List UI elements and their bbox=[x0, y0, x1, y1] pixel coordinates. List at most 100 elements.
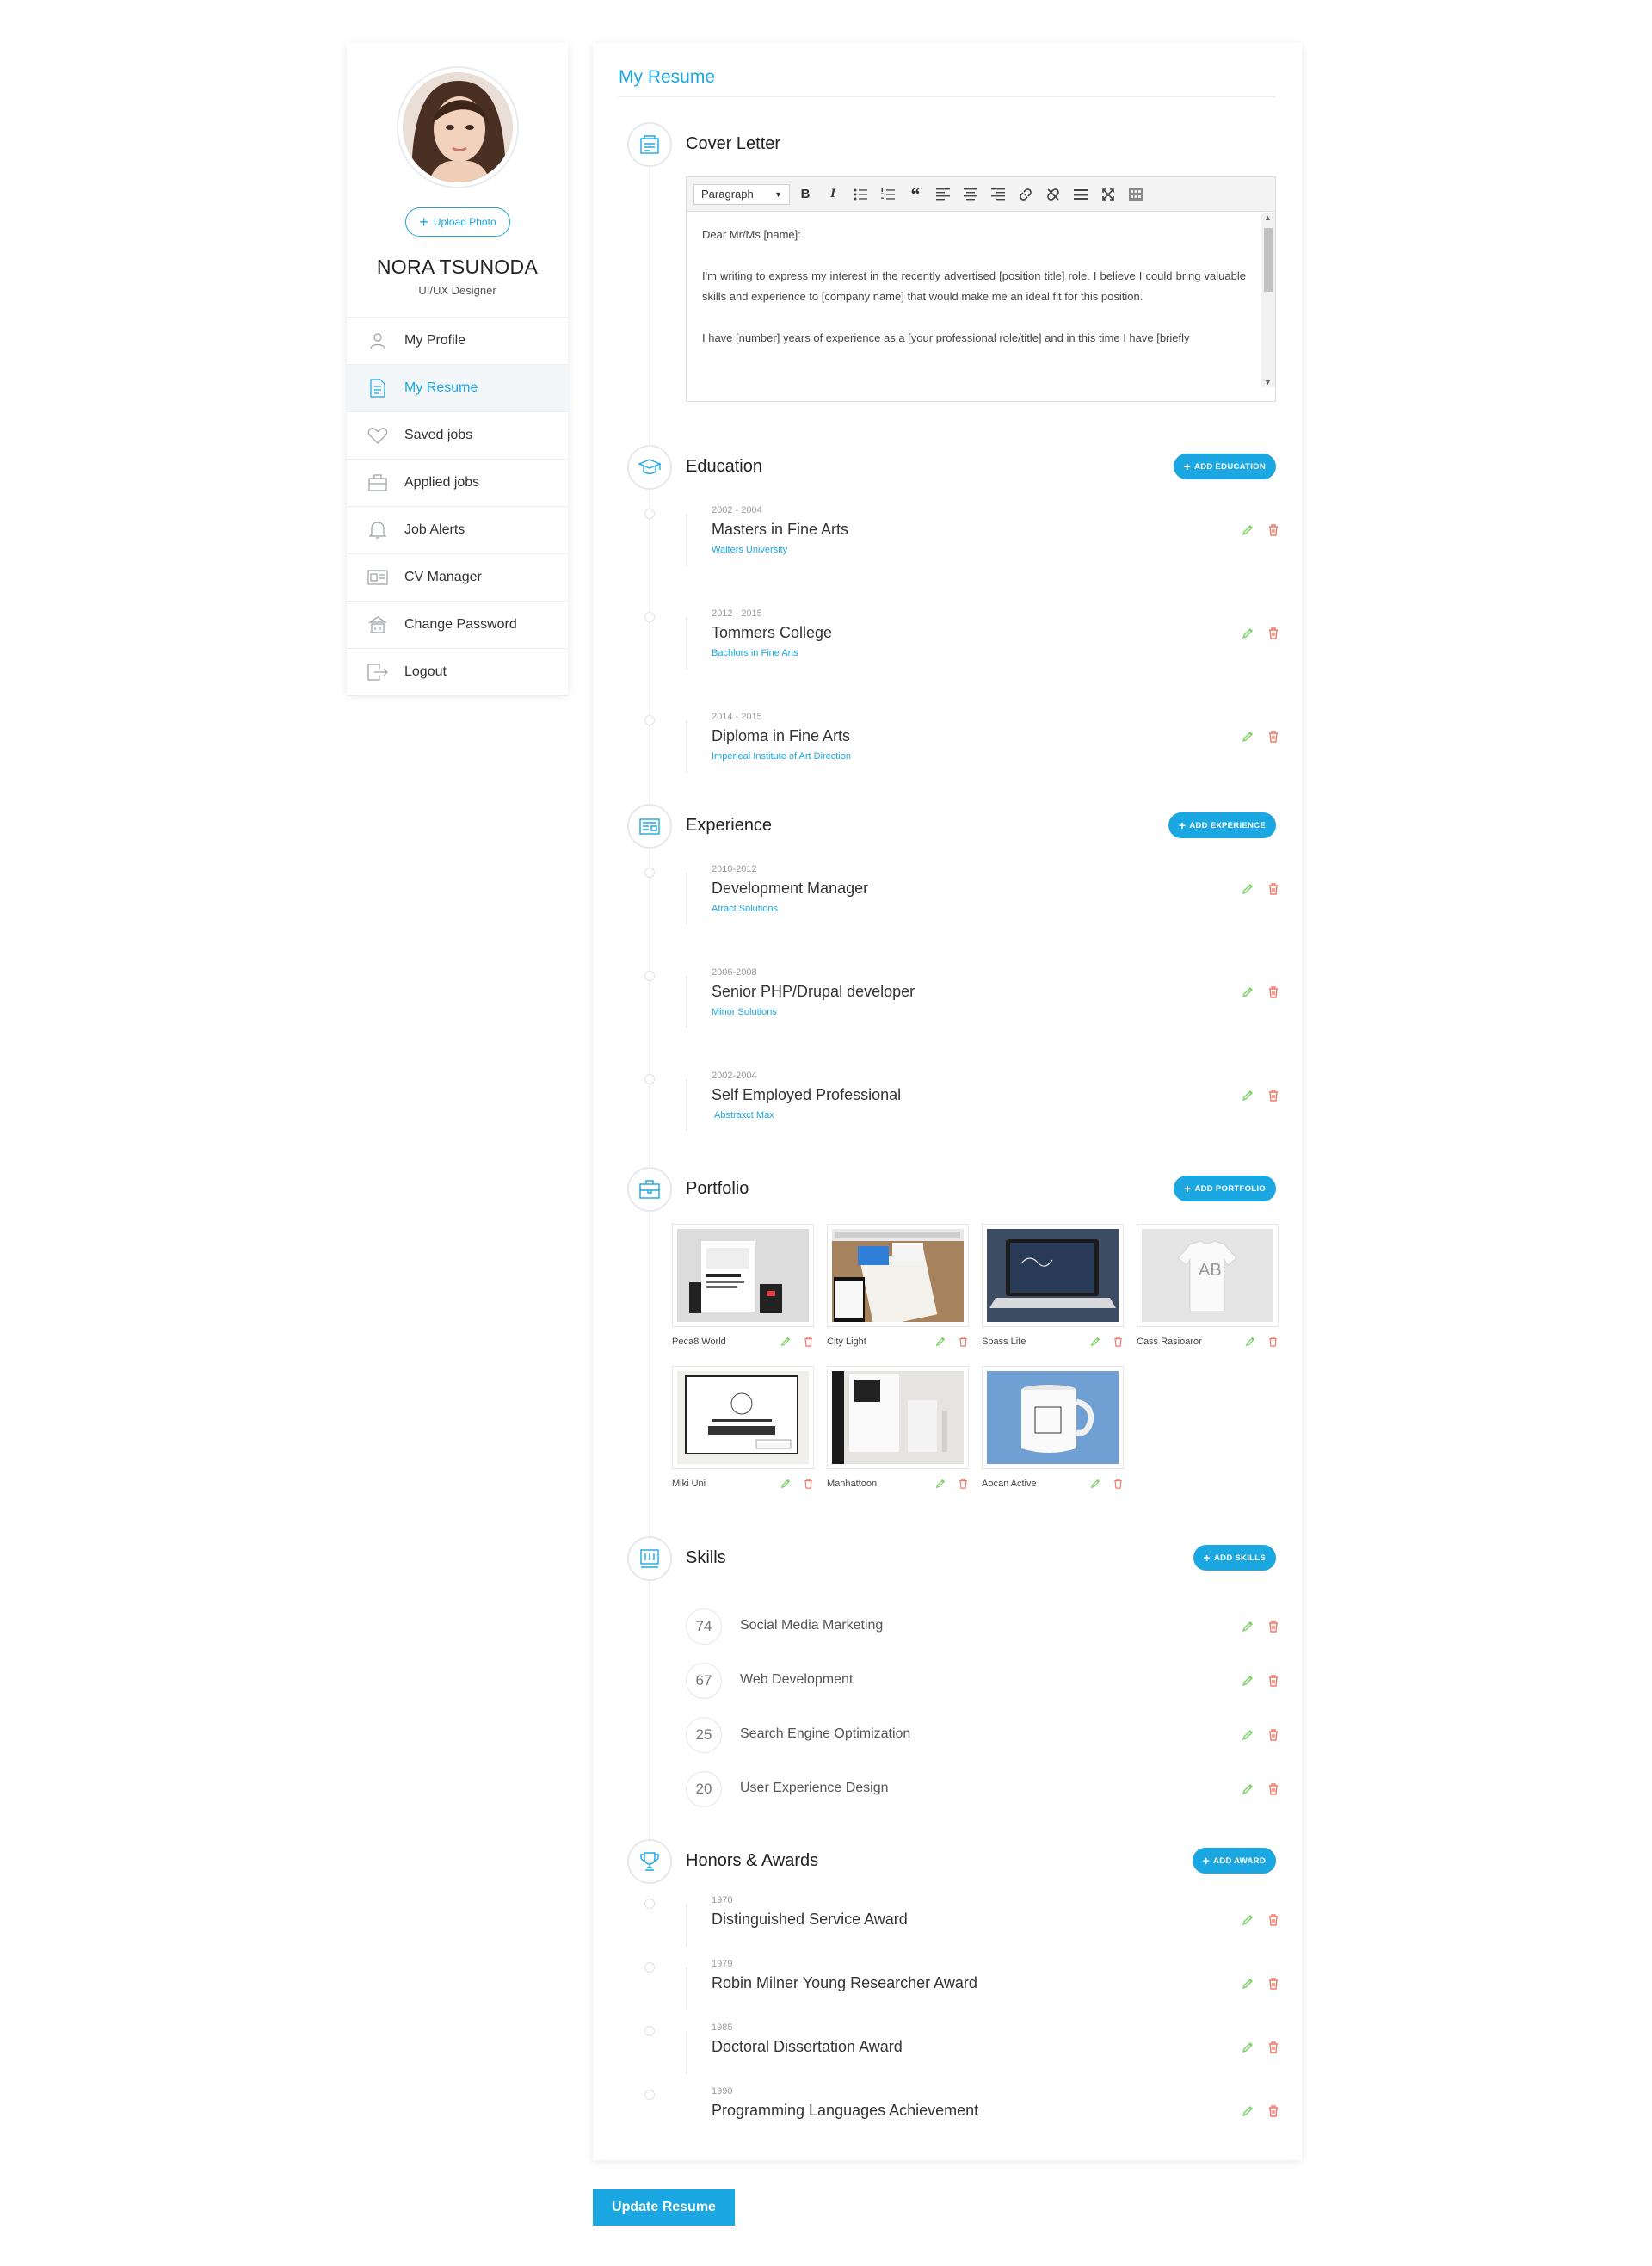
delete-icon[interactable] bbox=[1267, 1729, 1279, 1741]
edit-icon[interactable] bbox=[1242, 1621, 1254, 1633]
portfolio-thumbnail[interactable] bbox=[982, 1366, 1124, 1469]
delete-icon[interactable] bbox=[1112, 1478, 1124, 1490]
align-center-icon[interactable] bbox=[959, 183, 983, 206]
delete-icon[interactable] bbox=[1267, 524, 1279, 536]
blockquote-icon[interactable]: “ bbox=[903, 183, 928, 206]
edit-icon[interactable] bbox=[1242, 1729, 1254, 1741]
delete-icon[interactable] bbox=[957, 1336, 969, 1348]
link-icon[interactable] bbox=[1014, 183, 1038, 206]
plus-icon: + bbox=[1202, 1854, 1211, 1868]
scroll-down-icon[interactable]: ▼ bbox=[1264, 378, 1272, 386]
delete-icon[interactable] bbox=[957, 1478, 969, 1490]
delete-icon[interactable] bbox=[1267, 1675, 1279, 1687]
sidebar-item-my-profile[interactable]: My Profile bbox=[347, 318, 568, 365]
add-education-label: ADD EDUCATION bbox=[1194, 461, 1266, 472]
edit-icon[interactable] bbox=[780, 1478, 792, 1490]
section-connector bbox=[649, 165, 650, 492]
delete-icon[interactable] bbox=[1267, 627, 1279, 639]
portfolio-thumbnail[interactable]: AB bbox=[1137, 1224, 1279, 1327]
portfolio-caption: Cass Rasioaror bbox=[1137, 1337, 1202, 1347]
add-skills-button[interactable]: + ADD SKILLS bbox=[1193, 1545, 1276, 1571]
edit-icon[interactable] bbox=[1242, 627, 1254, 639]
align-right-icon[interactable] bbox=[986, 183, 1010, 206]
add-award-label: ADD AWARD bbox=[1213, 1855, 1266, 1866]
cover-letter-editor[interactable]: Paragraph ▼ B I “ Dear Mr/Ms [name]: I'm… bbox=[686, 176, 1276, 402]
edit-icon[interactable] bbox=[1242, 524, 1254, 536]
award-title: Doctoral Dissertation Award bbox=[712, 2038, 903, 2055]
cover-letter-text[interactable]: Dear Mr/Ms [name]: I'm writing to expres… bbox=[687, 213, 1261, 387]
edit-icon[interactable] bbox=[934, 1478, 946, 1490]
portfolio-item: Manhattoon bbox=[827, 1366, 969, 1490]
align-left-icon[interactable] bbox=[931, 183, 955, 206]
upload-photo-button[interactable]: + Upload Photo bbox=[405, 207, 510, 237]
delete-icon[interactable] bbox=[1267, 986, 1279, 998]
format-select[interactable]: Paragraph ▼ bbox=[693, 183, 790, 205]
add-award-button[interactable]: + ADD AWARD bbox=[1192, 1848, 1276, 1874]
delete-icon[interactable] bbox=[1267, 1783, 1279, 1795]
portfolio-thumbnail[interactable] bbox=[672, 1224, 814, 1327]
timeline-bar bbox=[686, 617, 687, 669]
delete-icon[interactable] bbox=[1267, 1914, 1279, 1926]
delete-icon[interactable] bbox=[1112, 1336, 1124, 1348]
sidebar-item-logout[interactable]: Logout bbox=[347, 649, 568, 696]
delete-icon[interactable] bbox=[1267, 731, 1279, 743]
edit-icon[interactable] bbox=[1089, 1336, 1101, 1348]
edit-icon[interactable] bbox=[1242, 1783, 1254, 1795]
award-year: 1970 bbox=[712, 1895, 733, 1905]
bullet-list-icon[interactable] bbox=[848, 183, 872, 206]
portfolio-thumbnail[interactable] bbox=[672, 1366, 814, 1469]
edit-icon[interactable] bbox=[1244, 1336, 1256, 1348]
delete-icon[interactable] bbox=[1267, 1090, 1279, 1102]
delete-icon[interactable] bbox=[1267, 1336, 1279, 1348]
editor-scrollbar[interactable]: ▲ ▼ bbox=[1261, 213, 1275, 387]
delete-icon[interactable] bbox=[1267, 2105, 1279, 2117]
edit-icon[interactable] bbox=[934, 1336, 946, 1348]
edit-icon[interactable] bbox=[1242, 731, 1254, 743]
sidebar-item-saved-jobs[interactable]: Saved jobs bbox=[347, 412, 568, 460]
heart-icon bbox=[366, 426, 390, 445]
italic-icon[interactable]: I bbox=[821, 183, 845, 206]
edit-icon[interactable] bbox=[1089, 1478, 1101, 1490]
toolbar-toggle-icon[interactable] bbox=[1124, 183, 1148, 206]
update-resume-button[interactable]: Update Resume bbox=[593, 2189, 735, 2226]
edit-icon[interactable] bbox=[1242, 883, 1254, 895]
scroll-up-icon[interactable]: ▲ bbox=[1264, 213, 1272, 222]
item-actions bbox=[1242, 1090, 1279, 1102]
sidebar-item-change-password[interactable]: Change Password bbox=[347, 602, 568, 649]
unlink-icon[interactable] bbox=[1041, 183, 1065, 206]
add-education-button[interactable]: + ADD EDUCATION bbox=[1173, 454, 1276, 479]
edit-icon[interactable] bbox=[1242, 1090, 1254, 1102]
delete-icon[interactable] bbox=[1267, 1978, 1279, 1990]
sidebar-item-cv-manager[interactable]: CV Manager bbox=[347, 554, 568, 602]
portfolio-caption: City Light bbox=[827, 1337, 866, 1347]
portfolio-thumbnail[interactable] bbox=[827, 1224, 969, 1327]
edit-icon[interactable] bbox=[1242, 986, 1254, 998]
skill-name: Web Development bbox=[740, 1672, 854, 1687]
sidebar-item-job-alerts[interactable]: Job Alerts bbox=[347, 507, 568, 554]
delete-icon[interactable] bbox=[1267, 883, 1279, 895]
fullscreen-icon[interactable] bbox=[1096, 183, 1120, 206]
portfolio-item: Peca8 World bbox=[672, 1224, 814, 1348]
bold-icon[interactable]: B bbox=[793, 183, 817, 206]
sidebar-item-my-resume[interactable]: My Resume bbox=[347, 365, 568, 412]
horizontal-rule-icon[interactable] bbox=[1069, 183, 1093, 206]
portfolio-thumbnail[interactable] bbox=[827, 1366, 969, 1469]
delete-icon[interactable] bbox=[1267, 1621, 1279, 1633]
edit-icon[interactable] bbox=[1242, 2105, 1254, 2117]
edit-icon[interactable] bbox=[1242, 2041, 1254, 2053]
delete-icon[interactable] bbox=[802, 1478, 814, 1490]
edit-icon[interactable] bbox=[1242, 1914, 1254, 1926]
edit-icon[interactable] bbox=[1242, 1978, 1254, 1990]
edit-icon[interactable] bbox=[780, 1336, 792, 1348]
edit-icon[interactable] bbox=[1242, 1675, 1254, 1687]
sidebar-item-applied-jobs[interactable]: Applied jobs bbox=[347, 460, 568, 507]
scroll-thumb[interactable] bbox=[1264, 228, 1273, 292]
delete-icon[interactable] bbox=[1267, 2041, 1279, 2053]
portfolio-thumbnail[interactable] bbox=[982, 1224, 1124, 1327]
delete-icon[interactable] bbox=[802, 1336, 814, 1348]
numbered-list-icon[interactable] bbox=[876, 183, 900, 206]
experience-role: Senior PHP/Drupal developer bbox=[712, 983, 915, 1000]
add-experience-button[interactable]: + ADD EXPERIENCE bbox=[1168, 812, 1276, 838]
resume-card: My Resume Cover Letter Paragraph ▼ B I “ bbox=[593, 43, 1302, 2160]
add-portfolio-button[interactable]: + ADD PORTFOLIO bbox=[1173, 1176, 1276, 1201]
